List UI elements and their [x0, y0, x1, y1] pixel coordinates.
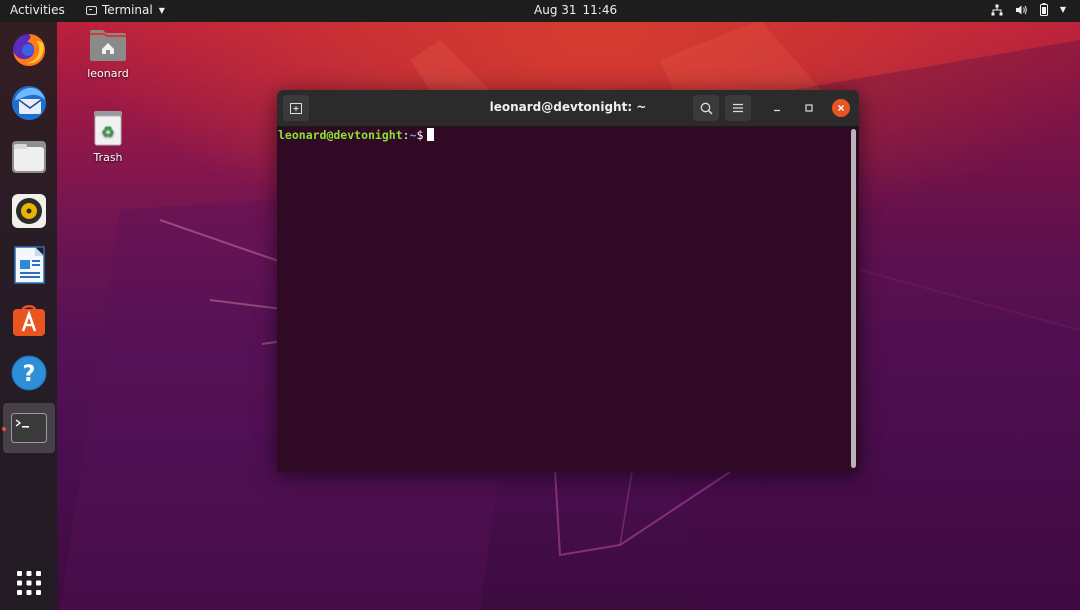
- running-indicator: [2, 427, 6, 431]
- app-menu-button[interactable]: Terminal ▼: [86, 3, 165, 17]
- search-button[interactable]: [693, 95, 719, 121]
- system-menu-caret-icon: ▼: [1059, 5, 1066, 14]
- terminal-window[interactable]: leonard@devtonight: ~ leonard@devtonight…: [277, 90, 859, 472]
- firefox-icon: [13, 34, 45, 66]
- dock-item-libreoffice-writer[interactable]: [6, 242, 52, 288]
- rhythmbox-icon: [12, 194, 46, 228]
- top-bar: Activities Terminal ▼ Aug 31 11:46 ▼: [0, 0, 1080, 22]
- network-icon: [991, 4, 1003, 16]
- hamburger-menu-icon: [733, 103, 743, 113]
- files-icon: [12, 141, 46, 173]
- svg-text:?: ?: [23, 362, 36, 387]
- volume-icon: [1015, 4, 1028, 16]
- prompt-user-host: leonard@devtonight: [278, 128, 403, 142]
- battery-icon: [1039, 3, 1048, 16]
- help-icon: ?: [11, 355, 47, 391]
- maximize-icon: [805, 104, 813, 112]
- activities-button[interactable]: Activities: [10, 3, 65, 17]
- prompt-path: ~: [409, 128, 417, 142]
- terminal-scrollbar[interactable]: [851, 129, 856, 468]
- dock-item-ubuntu-software[interactable]: [6, 296, 52, 342]
- window-title: leonard@devtonight: ~: [489, 100, 647, 114]
- show-applications-icon: [17, 571, 41, 595]
- desktop-icon-label: Trash: [93, 151, 123, 164]
- dock-item-rhythmbox[interactable]: [6, 188, 52, 234]
- desktop-icon-home[interactable]: leonard: [78, 28, 138, 80]
- terminal-text-area[interactable]: leonard@devtonight:~$: [277, 127, 859, 472]
- maximize-button[interactable]: [800, 99, 818, 117]
- minimize-button[interactable]: [768, 99, 786, 117]
- new-tab-button[interactable]: [283, 95, 309, 121]
- new-tab-icon: [290, 103, 302, 114]
- clock-button[interactable]: Aug 31 11:46: [534, 3, 617, 17]
- shell-prompt: leonard@devtonight:~$: [278, 128, 435, 142]
- prompt-separator: :: [402, 128, 410, 142]
- search-icon: [700, 102, 713, 115]
- system-tray[interactable]: ▼: [991, 3, 1066, 16]
- hamburger-menu-button[interactable]: [725, 95, 751, 121]
- close-icon: [838, 105, 844, 111]
- dock-item-thunderbird[interactable]: [6, 80, 52, 126]
- text-cursor: [427, 128, 435, 141]
- dock: ?: [0, 22, 57, 610]
- terminal-small-icon: [86, 5, 97, 15]
- home-folder-icon: [90, 30, 126, 61]
- terminal-icon: [11, 413, 47, 443]
- dock-item-firefox[interactable]: [6, 26, 52, 72]
- dock-item-help[interactable]: ?: [6, 350, 52, 396]
- app-menu-label: Terminal: [102, 3, 153, 17]
- clock-date: Aug 31: [534, 3, 577, 17]
- svg-text:♻: ♻: [101, 123, 114, 141]
- close-button[interactable]: [832, 99, 850, 117]
- minimize-icon: [774, 109, 780, 112]
- desktop-icon-label: leonard: [87, 67, 129, 80]
- caret-down-icon: ▼: [158, 5, 165, 15]
- writer-icon: [14, 246, 45, 284]
- dock-item-terminal[interactable]: [3, 403, 55, 453]
- clock-time: 11:46: [582, 3, 618, 17]
- show-applications-button[interactable]: [6, 560, 52, 606]
- desktop-icon-trash[interactable]: ♻ Trash: [78, 110, 138, 164]
- thunderbird-icon: [12, 86, 46, 120]
- terminal-titlebar[interactable]: leonard@devtonight: ~: [277, 90, 859, 127]
- prompt-symbol: $: [416, 128, 424, 142]
- software-icon: [13, 305, 45, 336]
- trash-icon: ♻: [94, 111, 122, 146]
- dock-item-files[interactable]: [6, 134, 52, 180]
